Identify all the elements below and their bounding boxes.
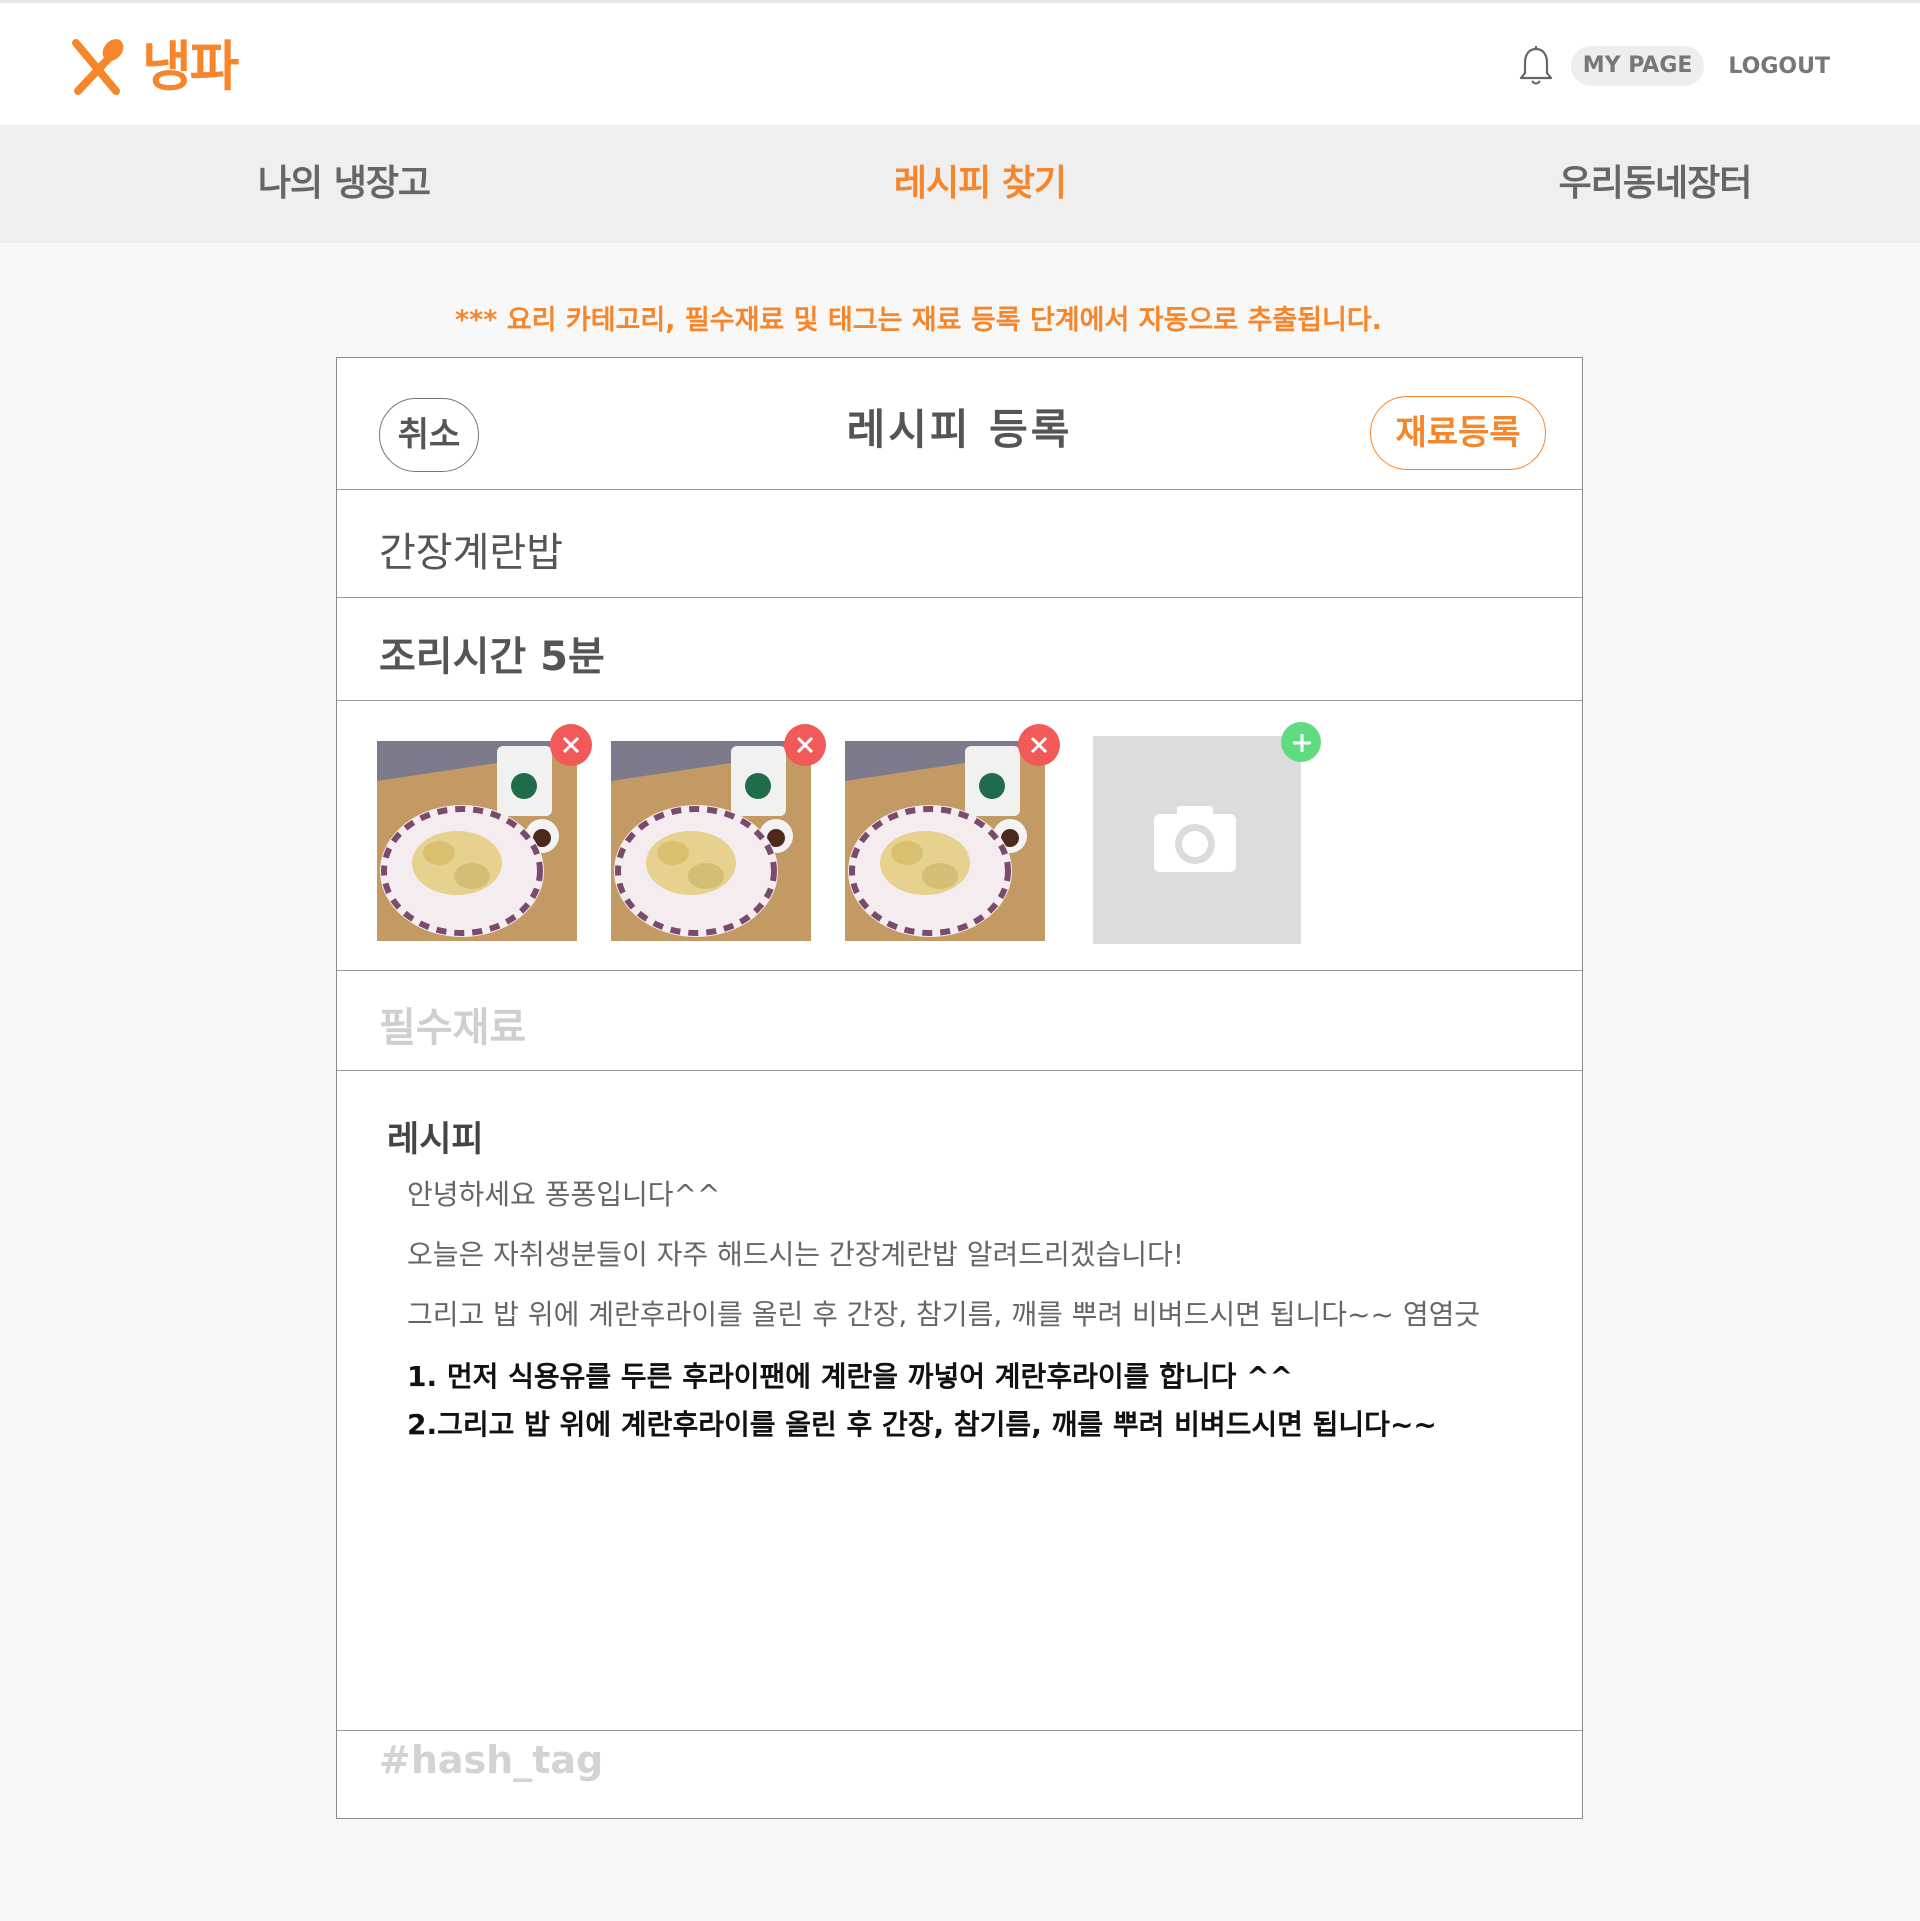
logout-button[interactable]: LOGOUT: [1728, 54, 1830, 79]
nav-local-market[interactable]: 우리동네장터: [1530, 125, 1780, 243]
logo[interactable]: 냉파: [70, 35, 239, 98]
app-header: 냉파 MY PAGE LOGOUT: [0, 3, 1920, 125]
add-photo-button[interactable]: [1093, 736, 1301, 944]
extraction-notice: *** 요리 카테고리, 필수재료 및 태그는 재료 등록 단계에서 자동으로 …: [455, 305, 1382, 336]
required-ingredients-placeholder: 필수재료: [379, 1005, 527, 1051]
logo-text: 냉파: [142, 35, 239, 98]
recipe-photo[interactable]: [377, 741, 577, 941]
plus-icon[interactable]: [1281, 722, 1321, 762]
recipe-form: 취소 레시피 등록 재료등록 간장계란밥 조리시간 5분 필수재료 레시피 안녕…: [336, 357, 1583, 1819]
recipe-body-field[interactable]: 레시피 안녕하세요 퐁퐁입니다^^ 오늘은 자취생분들이 자주 해드시는 간장계…: [337, 1071, 1582, 1731]
recipe-line: 안녕하세요 퐁퐁입니다^^: [407, 1178, 721, 1211]
recipe-line: 그리고 밥 위에 계란후라이를 올린 후 간장, 참기름, 깨를 뿌려 비벼드시…: [407, 1298, 1481, 1331]
remove-photo-icon[interactable]: [550, 724, 592, 766]
my-page-button[interactable]: MY PAGE: [1570, 46, 1705, 86]
cook-time-field[interactable]: 조리시간 5분: [337, 598, 1582, 701]
recipe-line: 오늘은 자취생분들이 자주 해드시는 간장계란밥 알려드리겠습니다!: [407, 1238, 1185, 1271]
recipe-name-field[interactable]: 간장계란밥: [337, 490, 1582, 598]
food-photo-image: [845, 741, 1045, 941]
remove-photo-icon[interactable]: [784, 724, 826, 766]
photo-row: [337, 701, 1582, 971]
nav-my-fridge[interactable]: 나의 냉장고: [224, 125, 464, 243]
recipe-step: 1. 먼저 식용유를 두른 후라이팬에 계란을 까넣어 계란후라이를 합니다 ^…: [407, 1360, 1294, 1393]
camera-icon: [1154, 806, 1236, 872]
bell-icon[interactable]: [1519, 45, 1553, 87]
fork-spoon-icon: [72, 39, 124, 95]
recipe-heading: 레시피: [387, 1120, 484, 1160]
food-photo-image: [377, 741, 577, 941]
required-ingredients-field[interactable]: 필수재료: [337, 971, 1582, 1071]
header-actions: MY PAGE LOGOUT: [1519, 45, 1830, 87]
recipe-step: 2.그리고 밥 위에 계란후라이를 올린 후 간장, 참기름, 깨를 뿌려 비벼…: [407, 1408, 1437, 1441]
form-header: 취소 레시피 등록 재료등록: [337, 358, 1582, 490]
remove-photo-icon[interactable]: [1018, 724, 1060, 766]
main-nav: 나의 냉장고 레시피 찾기 우리동네장터: [0, 125, 1920, 243]
food-photo-image: [611, 741, 811, 941]
nav-find-recipe[interactable]: 레시피 찾기: [860, 125, 1100, 243]
hashtag-input[interactable]: #hash_tag: [379, 1738, 603, 1782]
recipe-name-value: 간장계란밥: [379, 530, 563, 576]
recipe-photo[interactable]: [845, 741, 1045, 941]
recipe-photo[interactable]: [611, 741, 811, 941]
cook-time-value: 조리시간 5분: [379, 634, 605, 680]
register-ingredients-button[interactable]: 재료등록: [1370, 396, 1546, 470]
